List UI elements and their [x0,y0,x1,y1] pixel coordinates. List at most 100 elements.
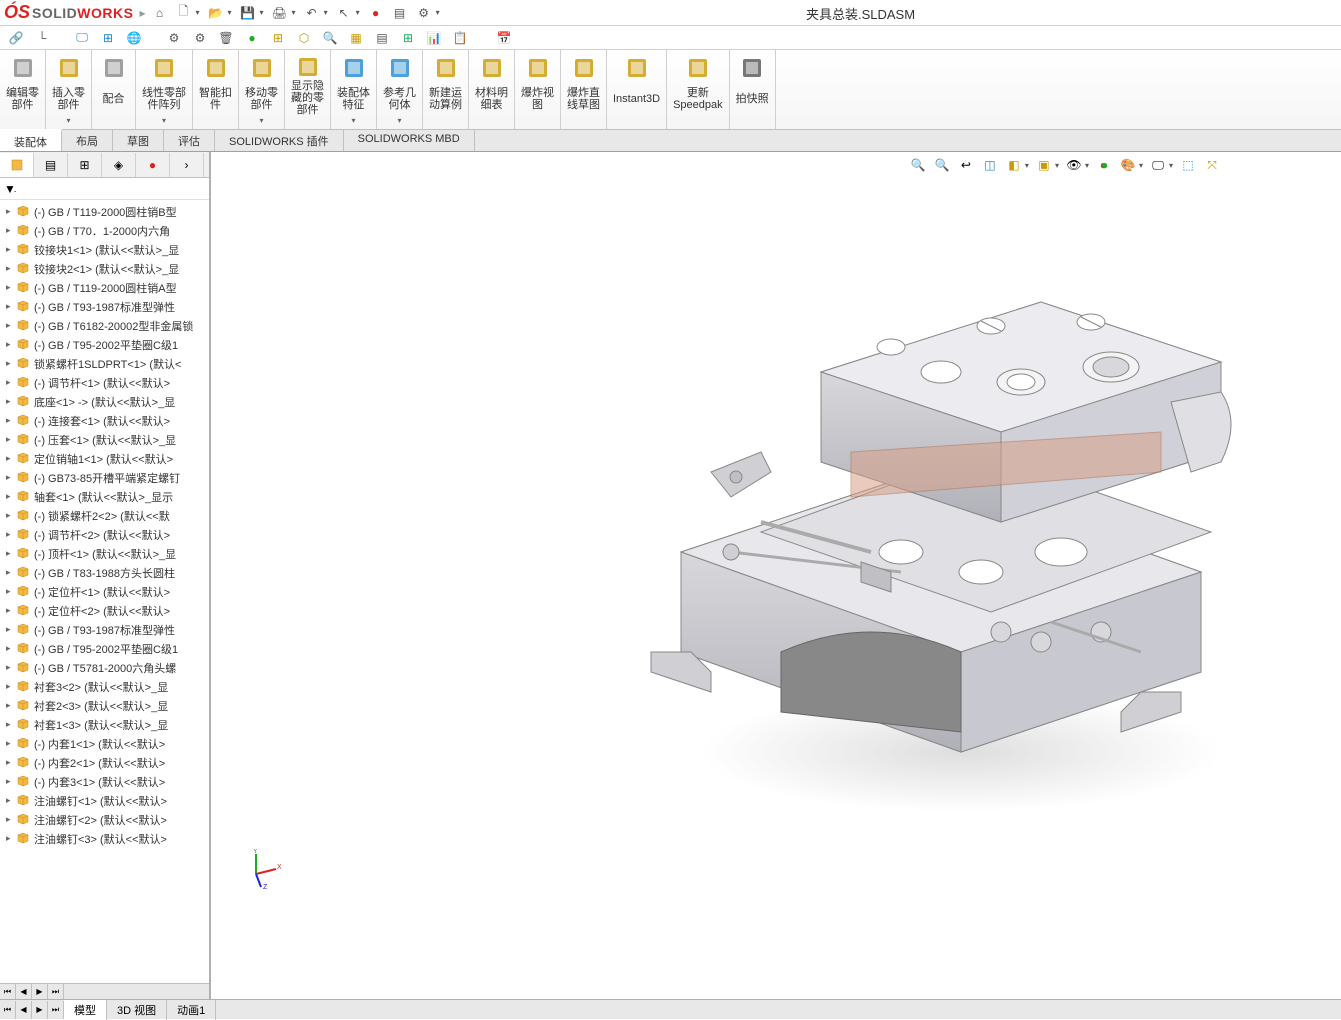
undo-dropdown[interactable]: ▾ [324,8,328,17]
view-orient-dropdown[interactable]: ▾ [1025,161,1029,170]
bottom-scroll-first[interactable]: ⏮ [0,1001,16,1019]
bottom-tab-1[interactable]: 3D 视图 [107,1000,167,1020]
hide-show-icon[interactable]: 👁 [1065,156,1083,174]
tb-calendar-icon[interactable]: 📅 [496,30,512,46]
tree-item[interactable]: ▸(-) 内套1<1> (默认<<默认> [2,734,207,753]
new-icon[interactable]: 🗋 [176,5,192,21]
tree-item[interactable]: ▸底座<1> -> (默认<<默认>_显 [2,392,207,411]
expand-icon[interactable]: ▸ [6,681,16,692]
tree-item[interactable]: ▸(-) GB / T95-2002平垫圈C级1 [2,335,207,354]
tree-item[interactable]: ▸(-) 压套<1> (默认<<默认>_显 [2,430,207,449]
tree-item[interactable]: ▸(-) 内套2<1> (默认<<默认> [2,753,207,772]
tree-tab-config[interactable]: ⊞ [68,153,102,177]
expand-icon[interactable]: ▸ [6,415,16,426]
tb-corner-icon[interactable]: └ [34,30,50,46]
expand-icon[interactable]: ▸ [6,529,16,540]
ribbon-mate[interactable]: 配合 [92,50,136,129]
tree-item[interactable]: ▸(-) 锁紧螺杆2<2> (默认<<默 [2,506,207,525]
new-dropdown[interactable]: ▾ [196,8,200,17]
tb-trash-icon[interactable]: 🗑 [218,30,234,46]
section-icon[interactable]: ◫ [981,156,999,174]
tree-item[interactable]: ▸(-) GB / T83-1988方头长圆柱 [2,563,207,582]
tree-item[interactable]: ▸注油螺钉<3> (默认<<默认> [2,829,207,848]
tab-2[interactable]: 草图 [113,130,164,151]
tree-item[interactable]: ▸(-) GB / T5781-2000六角头螺 [2,658,207,677]
tree-item[interactable]: ▸衬套3<2> (默认<<默认>_显 [2,677,207,696]
tb-gear2-icon[interactable]: ⚙ [192,30,208,46]
expand-icon[interactable]: ▸ [6,738,16,749]
expand-icon[interactable]: ▸ [6,567,16,578]
settings-icon[interactable]: ⚙ [416,5,432,21]
scene-icon[interactable]: 🎨 [1119,156,1137,174]
tree-scroll-next[interactable]: ▶ [32,984,48,999]
tree-filter-bar[interactable]: ▼. [0,178,209,200]
print-dropdown[interactable]: ▾ [292,8,296,17]
tree-item[interactable]: ▸(-) 调节杆<2> (默认<<默认> [2,525,207,544]
tab-5[interactable]: SOLIDWORKS MBD [344,130,475,151]
expand-icon[interactable]: ▸ [6,586,16,597]
tb-doc-icon[interactable]: 📋 [452,30,468,46]
expand-icon[interactable]: ▸ [6,320,16,331]
expand-icon[interactable]: ▸ [6,719,16,730]
tree-scroll-last[interactable]: ⏭ [48,984,64,999]
orientation-triad[interactable]: Y X Z [241,849,281,889]
cube-icon[interactable]: ⬚ [1179,156,1197,174]
bottom-scroll-prev[interactable]: ◀ [16,1001,32,1019]
save-icon[interactable]: 💾 [240,5,256,21]
feature-tree[interactable]: ▸(-) GB / T119-2000圆柱销B型▸(-) GB / T70．1-… [0,200,209,983]
tb-gear1-icon[interactable]: ⚙ [166,30,182,46]
expand-icon[interactable]: ▸ [6,491,16,502]
expand-icon[interactable]: ▸ [6,263,16,274]
tb-pin-icon[interactable]: ● [244,30,260,46]
settings-dropdown[interactable]: ▾ [436,8,440,17]
tab-1[interactable]: 布局 [62,130,113,151]
expand-icon[interactable]: ▸ [6,225,16,236]
expand-icon[interactable]: ▸ [6,377,16,388]
prev-view-icon[interactable]: ↩ [957,156,975,174]
ribbon-insert-part[interactable]: 插入零 部件▾ [46,50,92,129]
dropdown-arrow-icon[interactable]: ▾ [351,116,355,125]
expand-icon[interactable]: ▸ [6,776,16,787]
scene-dropdown[interactable]: ▾ [1139,161,1143,170]
tree-item[interactable]: ▸注油螺钉<1> (默认<<默认> [2,791,207,810]
expand-icon[interactable]: ▸ [6,605,16,616]
expand-icon[interactable]: ▸ [6,814,16,825]
expand-icon[interactable]: ▸ [6,700,16,711]
bottom-tab-2[interactable]: 动画1 [167,1000,216,1020]
tb-link-icon[interactable]: 🔗 [8,30,24,46]
tree-item[interactable]: ▸注油螺钉<2> (默认<<默认> [2,810,207,829]
bottom-tab-0[interactable]: 模型 [64,1000,107,1020]
tb-monitor-icon[interactable]: 🖵 [74,30,90,46]
tree-item[interactable]: ▸衬套2<3> (默认<<默认>_显 [2,696,207,715]
ribbon-speedpak[interactable]: 更新 Speedpak [667,50,730,129]
tab-3[interactable]: 评估 [164,130,215,151]
tree-scroll-prev[interactable]: ◀ [16,984,32,999]
tab-4[interactable]: SOLIDWORKS 插件 [215,130,344,151]
appearance-icon[interactable]: ●● [1095,156,1113,174]
tree-item[interactable]: ▸(-) 连接套<1> (默认<<默认> [2,411,207,430]
tree-item[interactable]: ▸铰接块1<1> (默认<<默认>_显 [2,240,207,259]
expand-icon[interactable]: ▸ [6,206,16,217]
ribbon-show-hidden[interactable]: 显示隐 藏的零 部件 [285,50,331,129]
tb-excel-icon[interactable]: ⊞ [400,30,416,46]
expand-icon[interactable]: ▸ [6,282,16,293]
tree-scroll-first[interactable]: ⏮ [0,984,16,999]
expand-icon[interactable]: ▸ [6,833,16,844]
tree-item[interactable]: ▸(-) GB / T93-1987标准型弹性 [2,620,207,639]
expand-icon[interactable]: ▸ [6,339,16,350]
tree-item[interactable]: ▸锁紧螺杆1SLDPRT<1> (默认< [2,354,207,373]
tree-item[interactable]: ▸(-) GB / T70．1-2000内六角 [2,221,207,240]
ribbon-edit-part[interactable]: 编辑零 部件 [0,50,46,129]
tb-search-icon[interactable]: 🔍 [322,30,338,46]
tree-item[interactable]: ▸定位销轴1<1> (默认<<默认> [2,449,207,468]
ribbon-bom[interactable]: 材料明 细表 [469,50,515,129]
view-orient-icon[interactable]: ◧ [1005,156,1023,174]
dropdown-arrow-icon[interactable]: ▾ [397,116,401,125]
options-icon[interactable]: ▤ [392,5,408,21]
tree-item[interactable]: ▸(-) GB / T119-2000圆柱销B型 [2,202,207,221]
tree-item[interactable]: ▸(-) GB / T6182-20002型非金属锁 [2,316,207,335]
expand-icon[interactable]: ▸ [6,434,16,445]
tree-item[interactable]: ▸(-) GB / T93-1987标准型弹性 [2,297,207,316]
ribbon-asm-feature[interactable]: 装配体 特征▾ [331,50,377,129]
undo-icon[interactable]: ↶ [304,5,320,21]
